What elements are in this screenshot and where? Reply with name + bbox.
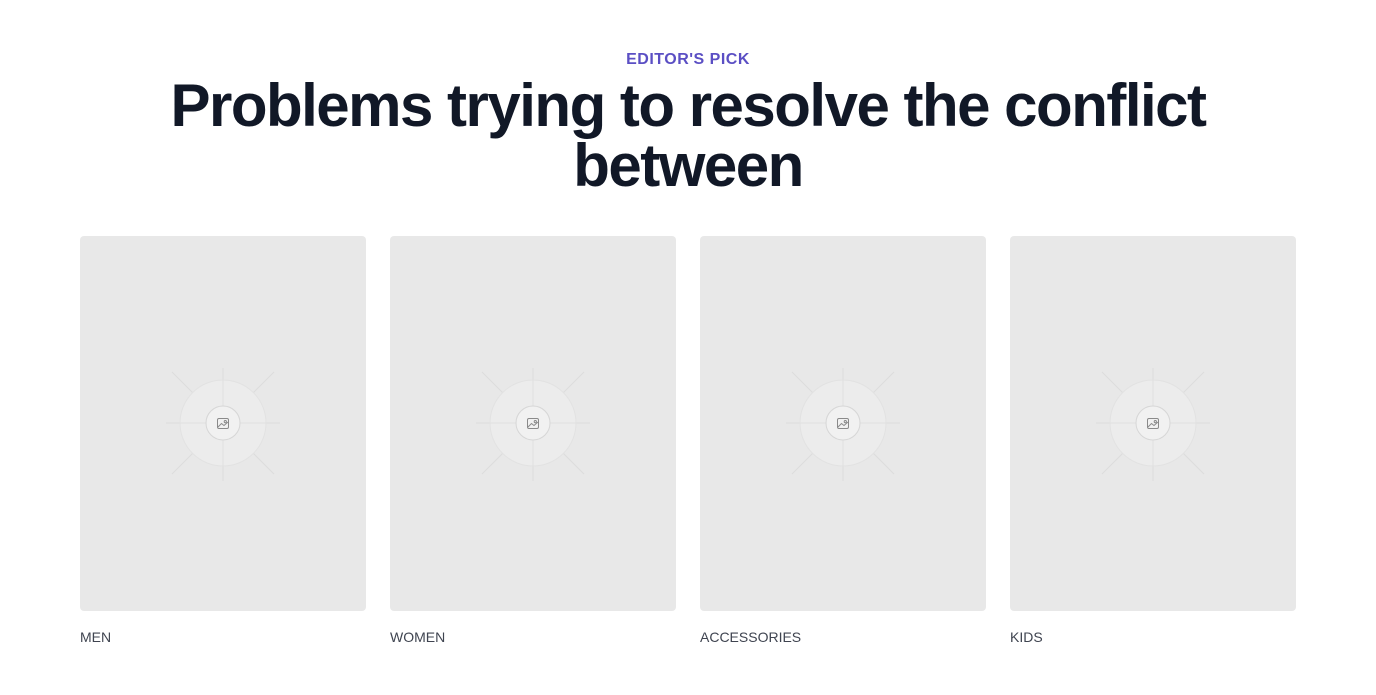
- category-label[interactable]: MEN: [80, 629, 366, 645]
- image-placeholder-icon: [786, 368, 900, 481]
- category-cards: MEN WOMEN ACCESSORIES KIDS: [80, 236, 1296, 645]
- category-label[interactable]: KIDS: [1010, 629, 1296, 645]
- category-label[interactable]: ACCESSORIES: [700, 629, 986, 645]
- image-placeholder-icon: [166, 368, 280, 481]
- category-image[interactable]: [390, 236, 676, 611]
- category-card-accessories[interactable]: ACCESSORIES: [700, 236, 986, 645]
- category-card-women[interactable]: WOMEN: [390, 236, 676, 645]
- section-eyebrow: EDITOR'S PICK: [626, 51, 750, 68]
- category-image[interactable]: [1010, 236, 1296, 611]
- category-image[interactable]: [80, 236, 366, 611]
- category-card-kids[interactable]: KIDS: [1010, 236, 1296, 645]
- section-headline: Problems trying to resolve the conflict …: [170, 72, 1207, 199]
- category-image[interactable]: [700, 236, 986, 611]
- category-card-men[interactable]: MEN: [80, 236, 366, 645]
- category-label[interactable]: WOMEN: [390, 629, 676, 645]
- image-placeholder-icon: [1096, 368, 1210, 481]
- image-placeholder-icon: [476, 368, 590, 481]
